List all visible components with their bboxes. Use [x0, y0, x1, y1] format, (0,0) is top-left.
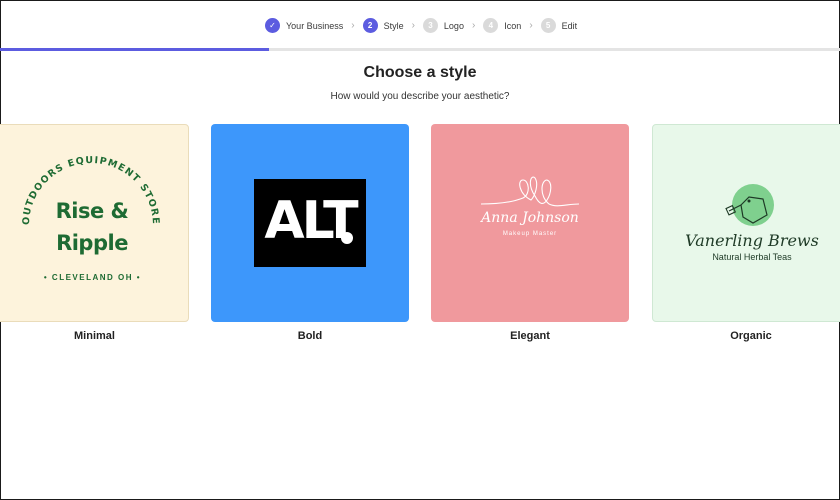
minimal-logo-line1: Rise &	[55, 199, 129, 223]
organic-logo-tagline: Natural Herbal Teas	[712, 252, 792, 262]
style-label-elegant: Elegant	[510, 330, 550, 342]
step-label: Style	[383, 20, 404, 31]
bold-logo-dot	[341, 232, 353, 244]
style-card-organic[interactable]: Vanerling Brews Natural Herbal Teas	[652, 124, 840, 322]
step-style[interactable]: 2 Style	[362, 18, 404, 33]
style-label-organic: Organic	[730, 330, 772, 342]
elegant-logo-tagline: Makeup Master	[502, 231, 558, 237]
step-number: 3	[422, 18, 438, 33]
step-your-business[interactable]: ✓ Your Business	[265, 18, 343, 33]
page-title: Choose a style	[363, 64, 477, 81]
chevron-right-icon: ›	[471, 20, 476, 31]
step-number: 4	[483, 18, 499, 33]
bold-logo: ALT	[254, 179, 366, 267]
step-label: Edit	[561, 20, 578, 31]
minimal-logo-wordmark: Rise & Ripple	[47, 195, 137, 259]
organic-logo-name: Vanerling Brews	[685, 231, 819, 250]
checkmark-icon: ✓	[265, 18, 280, 33]
style-label-minimal: Minimal	[74, 330, 115, 342]
step-number: 2	[362, 18, 378, 33]
chevron-right-icon: ›	[351, 20, 355, 31]
page-subtitle: How would you describe your aesthetic?	[330, 91, 510, 102]
tea-bag-icon	[725, 184, 774, 226]
step-number: 5	[540, 18, 556, 33]
step-edit[interactable]: 5 Edit	[540, 18, 578, 33]
step-label: Your Business	[286, 20, 344, 31]
style-card-elegant[interactable]: Anna Johnson Makeup Master	[431, 124, 629, 322]
progress-bar	[0, 48, 840, 51]
step-logo[interactable]: 3 Logo	[422, 18, 464, 33]
progress-stepper: ✓ Your Business › 2 Style › 3 Logo › 4 I…	[0, 0, 840, 51]
elegant-logo-name: Anna Johnson	[481, 210, 579, 226]
minimal-logo-line2: Ripple	[56, 231, 128, 255]
progress-bar-fill	[0, 48, 269, 51]
step-icon[interactable]: 4 Icon	[483, 18, 521, 33]
style-card-minimal[interactable]: OUTDOORS EQUIPMENT STORE Rise & Ripple •…	[0, 124, 189, 322]
step-label: Icon	[504, 20, 522, 31]
style-card-bold[interactable]: ALT	[211, 124, 409, 322]
minimal-logo-city: • CLEVELAND OH •	[43, 273, 142, 282]
step-label: Logo	[443, 20, 464, 31]
chevron-right-icon: ›	[529, 20, 533, 31]
style-label-bold: Bold	[297, 330, 323, 342]
chevron-right-icon: ›	[411, 20, 415, 31]
